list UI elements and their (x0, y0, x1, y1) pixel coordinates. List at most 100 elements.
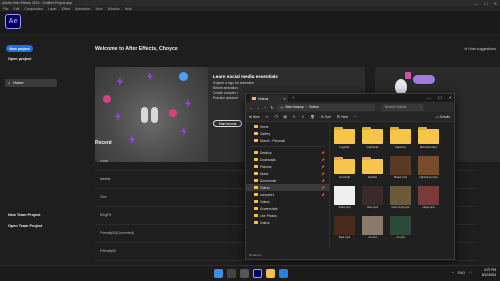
menu-effect[interactable]: Effect (62, 7, 71, 11)
open-team-project-link[interactable]: Open Team Project (8, 224, 42, 228)
sidebar-item[interactable]: Desktop 📌 (246, 149, 329, 156)
folder-item[interactable]: Microsoft Clipc (416, 126, 441, 153)
shoe-image (151, 107, 158, 123)
back-icon[interactable]: ← (249, 105, 253, 110)
task-view-icon[interactable] (240, 269, 249, 278)
forward-icon[interactable]: → (256, 105, 260, 110)
folder-icon (254, 125, 258, 128)
folder-icon (334, 157, 355, 174)
video-thumbnail (390, 216, 411, 235)
sidebar-item[interactable]: Videos (246, 198, 329, 205)
search-input[interactable]: Search Videos ⌕ (382, 103, 424, 111)
new-tab-icon[interactable]: + (292, 95, 294, 100)
menu-window[interactable]: Window (108, 7, 120, 11)
share-icon[interactable]: ⇪ (302, 115, 305, 119)
menu-view[interactable]: View (95, 7, 102, 11)
welcome-heading: Welcome to After Effects, Choyce (95, 46, 178, 52)
file-name: Byte.mp4 (339, 236, 350, 239)
explorer-tab[interactable]: Videos ✕ (250, 95, 288, 102)
video-file-item[interactable]: Hops.mp4 (416, 186, 441, 213)
video-file-item[interactable]: Comp 1(2).mp4 (388, 186, 413, 213)
folder-icon (418, 127, 439, 144)
video-file-item[interactable]: cc.mp4 (360, 216, 385, 243)
open-project-link[interactable]: Open project (8, 57, 31, 61)
system-tray[interactable]: ^ ENG ◠ (452, 271, 472, 275)
sidebar-item[interactable]: Pictures 📌 (246, 163, 329, 170)
close-button[interactable]: ✕ (449, 95, 452, 100)
close-tab-icon[interactable]: ✕ (283, 97, 286, 101)
video-file-item[interactable]: Bread.mp4 (388, 156, 413, 183)
details-button[interactable]: ▭ Details (435, 115, 450, 119)
menu-help[interactable]: Help (125, 7, 132, 11)
folder-item[interactable]: Rodobo (360, 156, 385, 183)
sidebar-item-label: Screenshots (260, 206, 278, 211)
folder-item[interactable]: CacheClip (360, 126, 385, 153)
like-icon (179, 72, 188, 81)
sidebar-item[interactable]: Documents 📌 (246, 177, 329, 184)
view-button[interactable]: ☰ View (337, 115, 348, 119)
delete-icon[interactable]: 🗑 (310, 115, 314, 119)
sidebar-item[interactable]: compare1 📌 (246, 191, 329, 198)
sidebar-item[interactable]: Music 📌 (246, 170, 329, 177)
chevron-right-icon: › (305, 105, 307, 109)
minimize-button[interactable]: — (427, 95, 431, 100)
sidebar-item[interactable]: Videos 📌 (246, 184, 329, 191)
refresh-icon[interactable]: ↻ (270, 105, 274, 110)
lightning-icon (115, 112, 121, 121)
sidebar-item-label: Pictures (260, 164, 272, 169)
folder-item[interactable]: Captures (388, 126, 413, 153)
lightning-icon (185, 99, 191, 108)
maximize-button[interactable]: ☐ (484, 1, 488, 6)
folder-item[interactable]: ImgClick (332, 126, 357, 153)
sidebar-item[interactable]: Downloads 📌 (246, 156, 329, 163)
more-icon[interactable]: ··· (354, 115, 357, 119)
file-explorer-icon[interactable] (266, 269, 275, 278)
video-file-item[interactable]: Byte.mp4 (332, 216, 357, 243)
up-icon[interactable]: ↑ (263, 105, 267, 110)
sidebar-item[interactable]: Home (246, 123, 329, 130)
sidebar-item[interactable]: Screenshots (246, 205, 329, 212)
address-bar[interactable]: ☁ Start backup › Videos (277, 103, 375, 111)
video-file-item[interactable]: Clipchamp.mp4 (416, 156, 441, 183)
menu-file[interactable]: File (3, 7, 8, 11)
folder-icon (252, 97, 256, 100)
pin-icon: 📌 (321, 192, 325, 197)
maximize-button[interactable]: ☐ (438, 95, 442, 100)
menu-composition[interactable]: Composition (24, 7, 43, 11)
sort-button[interactable]: ⇅ Sort (321, 115, 331, 119)
sidebar-item[interactable]: Live Photos (246, 212, 329, 219)
new-team-project-link[interactable]: New Team Project (8, 213, 40, 217)
cut-icon[interactable]: ✂ (266, 115, 269, 119)
sidebar-item[interactable]: Momin - Personal (246, 137, 329, 144)
folder-icon (254, 207, 258, 210)
start-icon[interactable] (214, 269, 223, 278)
menu-layer[interactable]: Layer (48, 7, 56, 11)
sidebar-item[interactable]: Gallery (246, 130, 329, 137)
folder-icon (362, 127, 383, 144)
card-image (95, 67, 208, 162)
folder-item[interactable]: Overcraft (332, 156, 357, 183)
video-file-item[interactable]: Cleo.mp4 (360, 186, 385, 213)
wifi-icon[interactable]: ◠ (469, 271, 472, 275)
close-button[interactable]: ✕ (494, 1, 497, 6)
search-icon[interactable] (227, 269, 236, 278)
hide-suggestions-button[interactable]: ⊘ Hide suggestions (464, 47, 496, 51)
video-file-item[interactable]: cs.mp4 (388, 216, 413, 243)
sidebar-item[interactable]: Videos (246, 219, 329, 226)
new-button[interactable]: ⊕ New (249, 115, 260, 119)
video-file-item[interactable]: Cees.mp4 (332, 186, 357, 213)
start-tutorial-button[interactable]: Start tutorial (213, 120, 242, 127)
rename-icon[interactable]: ✎ (293, 115, 296, 119)
menu-animation[interactable]: Animation (75, 7, 90, 11)
after-effects-icon[interactable] (253, 269, 262, 278)
sidebar-item-home[interactable]: ⌂ Home (5, 79, 57, 87)
sidebar-item-label: Home (13, 81, 24, 85)
minimize-button[interactable]: — (474, 1, 478, 6)
paste-icon[interactable]: ▤ (283, 115, 286, 119)
edge-icon[interactable] (279, 269, 288, 278)
new-project-button[interactable]: New project (6, 45, 33, 52)
menu-edit[interactable]: Edit (13, 7, 19, 11)
chevron-up-icon[interactable]: ^ (452, 271, 454, 275)
copy-icon[interactable]: ❐ (274, 115, 277, 119)
clock[interactable]: 4:07 PM 8/12/2024 (482, 268, 496, 278)
